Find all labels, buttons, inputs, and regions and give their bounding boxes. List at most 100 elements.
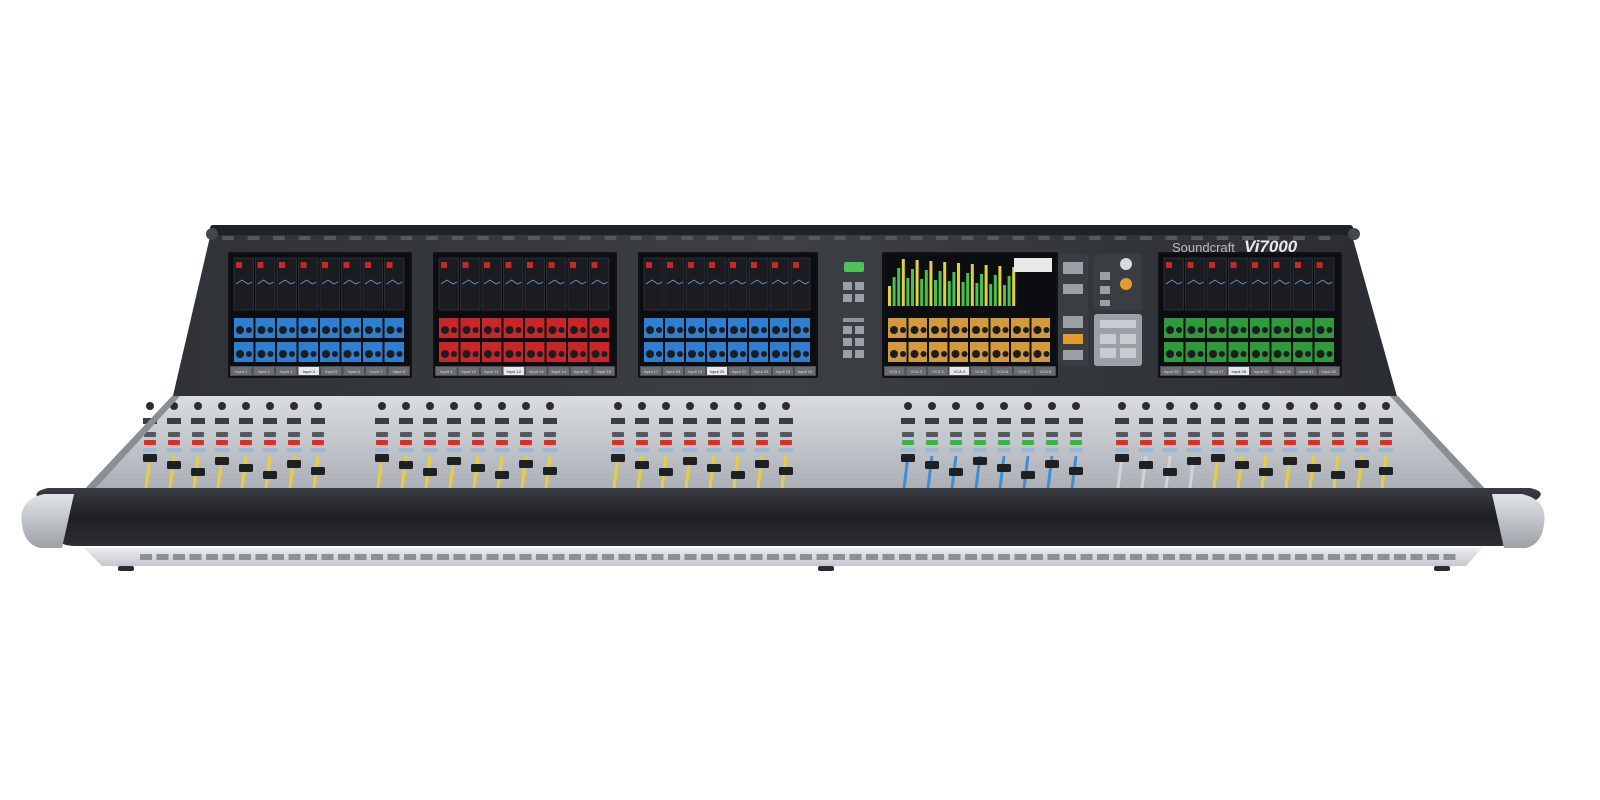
knob <box>1219 327 1225 333</box>
mini-display <box>1355 418 1369 424</box>
knob <box>375 351 381 357</box>
knob <box>1209 350 1217 358</box>
rotary-encoder <box>450 402 458 410</box>
channel-label-strip <box>191 448 205 452</box>
strip-button <box>1308 432 1320 437</box>
rotary-encoder <box>1382 402 1390 410</box>
status-led <box>376 440 388 445</box>
status-led <box>240 440 252 445</box>
desk-light <box>451 236 464 240</box>
knob <box>992 350 1001 358</box>
vent-slot <box>602 554 614 560</box>
fader-cap <box>611 454 625 462</box>
knob <box>982 351 988 357</box>
status-led <box>974 440 986 445</box>
knob <box>570 350 578 358</box>
knob <box>451 351 457 357</box>
knob <box>537 327 543 333</box>
mini-display <box>731 418 745 424</box>
rotary-encoder <box>1286 402 1294 410</box>
channel-label-strip <box>683 448 697 452</box>
knob <box>698 327 704 333</box>
knob <box>900 351 906 357</box>
vent-slot <box>288 554 301 560</box>
knob <box>279 326 287 334</box>
screen-tab-label: Input 1 <box>235 369 248 374</box>
rotary-encoder <box>402 402 410 410</box>
rotary-encoder <box>266 402 274 410</box>
fader-cap <box>1331 471 1345 479</box>
knob <box>322 350 330 358</box>
desk-light <box>732 236 744 240</box>
vent-slot <box>816 554 829 560</box>
knob <box>1240 351 1247 357</box>
vent-slot <box>1047 554 1060 560</box>
mini-display <box>1163 418 1177 424</box>
level-meter <box>998 266 1002 306</box>
vent-slot <box>338 554 350 560</box>
knob <box>484 326 492 334</box>
strip-button <box>756 432 768 437</box>
mini-display <box>635 418 649 424</box>
knob <box>1176 327 1182 333</box>
knob <box>740 351 746 357</box>
vent-slot <box>321 554 334 560</box>
fader-cap <box>731 471 745 479</box>
desk-light <box>987 236 999 240</box>
screen-tab-label: VCA 5 <box>975 369 987 374</box>
fader-cap <box>495 471 509 479</box>
screen-tab-label: Input 29 <box>1254 369 1269 374</box>
knob <box>441 326 449 334</box>
channel-label-strip <box>1069 448 1083 452</box>
strip-button <box>1188 432 1200 437</box>
vent-slot <box>1278 554 1291 560</box>
knob <box>793 350 801 358</box>
rotary-encoder <box>314 402 322 410</box>
rotary-encoder <box>546 402 554 410</box>
screen-tab-label: Input 8 <box>393 369 406 374</box>
mini-display <box>167 418 181 424</box>
desk-light <box>298 236 311 240</box>
status-led <box>448 440 460 445</box>
channel-label-strip <box>1283 448 1297 452</box>
knob <box>300 350 309 358</box>
knob <box>472 327 479 333</box>
knob <box>343 350 352 358</box>
vent-slot <box>998 554 1010 560</box>
front-armrest <box>36 488 1541 546</box>
fader-cap <box>1307 464 1321 472</box>
vent-slot <box>783 554 796 560</box>
channel-label-strip <box>143 448 157 452</box>
status-led <box>708 440 720 445</box>
screen-tab-label: Input 10 <box>462 369 477 374</box>
rotary-encoder <box>242 402 250 410</box>
fader-cap <box>471 464 485 472</box>
mini-display <box>423 418 437 424</box>
fader-cap <box>1115 454 1129 462</box>
vent-slot <box>882 554 895 560</box>
knob <box>709 326 717 334</box>
mini-display <box>779 418 793 424</box>
status-led <box>1356 440 1368 445</box>
strip-button <box>400 432 412 437</box>
vent-slot <box>734 554 746 560</box>
channel-indicator <box>688 262 694 268</box>
strip-button <box>732 432 744 437</box>
knob <box>992 326 1001 334</box>
strip-button <box>1022 432 1034 437</box>
channel-indicator <box>279 262 285 268</box>
screen-tab-label: Input 2 <box>258 369 271 374</box>
knob <box>322 326 330 334</box>
strip-button <box>520 432 532 437</box>
knob <box>709 350 717 358</box>
strip-button <box>612 432 624 437</box>
strip-button <box>636 432 648 437</box>
knob <box>698 351 704 357</box>
top-right-end <box>1348 228 1360 240</box>
channel-label-strip <box>1045 448 1059 452</box>
knob <box>236 326 244 334</box>
fader-cap <box>423 468 437 476</box>
knob <box>900 327 906 333</box>
knob <box>1002 351 1009 357</box>
fader-cap <box>263 471 277 479</box>
